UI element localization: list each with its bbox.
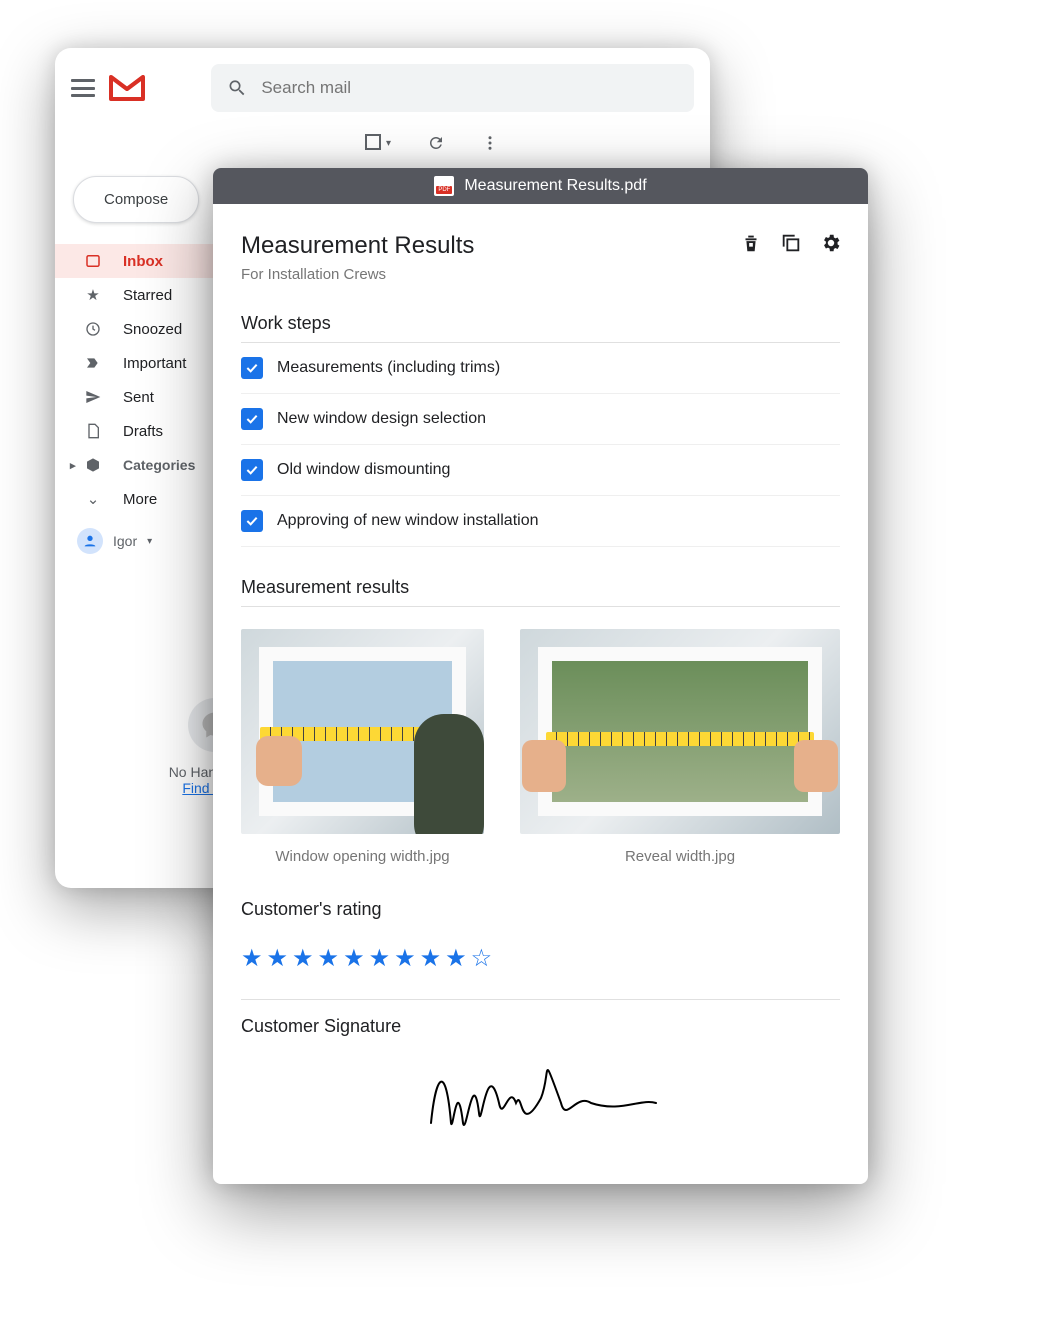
gmail-toolbar: ▾ [55, 122, 710, 160]
pdf-icon [434, 176, 454, 196]
search-input[interactable] [261, 78, 678, 98]
rating-stars[interactable]: ★ ★ ★ ★ ★ ★ ★ ★ ★ ☆ [241, 944, 840, 973]
results-title: Measurement results [241, 577, 840, 607]
inbox-icon [83, 251, 103, 271]
menu-icon[interactable] [71, 79, 95, 97]
gear-icon[interactable] [820, 232, 842, 254]
work-step-label: New window design selection [277, 410, 486, 428]
image-thumbnail[interactable] [241, 629, 484, 834]
draft-icon [83, 421, 103, 441]
image-thumbnail[interactable] [520, 629, 840, 834]
signature-block: Customer Signature [241, 1016, 840, 1148]
work-step-label: Approving of new window installation [277, 512, 538, 530]
delete-icon[interactable] [740, 232, 762, 254]
star-filled[interactable]: ★ [420, 944, 442, 973]
pdf-toolbar [740, 232, 842, 254]
signature-image [421, 1043, 661, 1143]
important-icon [83, 353, 103, 373]
star-filled[interactable]: ★ [394, 944, 416, 973]
more-icon[interactable] [481, 134, 499, 152]
sidebar-item-label: Categories [123, 457, 195, 473]
caret-icon: ▾ [147, 536, 152, 547]
user-row[interactable]: Igor ▾ [77, 528, 152, 554]
work-steps-title: Work steps [241, 313, 840, 343]
work-step-label: Old window dismounting [277, 461, 450, 479]
image-block: Window opening width.jpg [241, 629, 484, 865]
user-name: Igor [113, 533, 137, 549]
work-step-label: Measurements (including trims) [277, 359, 500, 377]
image-block: Reveal width.jpg [520, 629, 840, 865]
work-step-row: Approving of new window installation [241, 496, 840, 547]
refresh-icon[interactable] [427, 134, 445, 152]
pdf-card: Measurement Results.pdf Measurement Resu… [213, 168, 868, 1184]
sidebar-item-label: More [123, 491, 157, 508]
rating-title: Customer's rating [241, 899, 840, 928]
sidebar-item-label: Important [123, 355, 186, 372]
search-icon [227, 77, 247, 99]
sidebar-item-label: Inbox [123, 253, 163, 270]
select-checkbox[interactable]: ▾ [365, 134, 391, 152]
gmail-logo [109, 75, 145, 101]
star-filled[interactable]: ★ [267, 944, 289, 973]
pdf-subtitle: For Installation Crews [241, 266, 840, 283]
star-empty[interactable]: ☆ [471, 944, 493, 973]
star-icon: ★ [83, 285, 103, 305]
sidebar-item-label: Sent [123, 389, 154, 406]
work-step-row: Old window dismounting [241, 445, 840, 496]
star-filled[interactable]: ★ [241, 944, 263, 973]
checkbox-checked[interactable] [241, 408, 263, 430]
send-icon [83, 387, 103, 407]
tag-icon [83, 455, 103, 475]
checkbox-checked[interactable] [241, 357, 263, 379]
sidebar-item-label: Drafts [123, 423, 163, 440]
star-filled[interactable]: ★ [318, 944, 340, 973]
sidebar-item-label: Starred [123, 287, 172, 304]
pdf-filename: Measurement Results.pdf [464, 177, 646, 195]
image-caption: Reveal width.jpg [520, 848, 840, 865]
star-filled[interactable]: ★ [445, 944, 467, 973]
work-step-row: Measurements (including trims) [241, 343, 840, 394]
signature-title: Customer Signature [241, 1016, 840, 1037]
checkbox-checked[interactable] [241, 510, 263, 532]
work-step-row: New window design selection [241, 394, 840, 445]
clock-icon [83, 319, 103, 339]
pdf-titlebar: Measurement Results.pdf [213, 168, 868, 204]
star-filled[interactable]: ★ [369, 944, 391, 973]
image-caption: Window opening width.jpg [241, 848, 484, 865]
gmail-header [55, 48, 710, 122]
copy-icon[interactable] [780, 232, 802, 254]
compose-button[interactable]: Compose [73, 176, 199, 223]
star-filled[interactable]: ★ [343, 944, 365, 973]
avatar [77, 528, 103, 554]
sidebar-item-label: Snoozed [123, 321, 182, 338]
checkbox-checked[interactable] [241, 459, 263, 481]
chevron-down-icon: ⌄ [83, 489, 103, 509]
images-row: Window opening width.jpg Reveal width.jp… [241, 629, 840, 865]
search-box[interactable] [211, 64, 694, 112]
star-filled[interactable]: ★ [292, 944, 314, 973]
